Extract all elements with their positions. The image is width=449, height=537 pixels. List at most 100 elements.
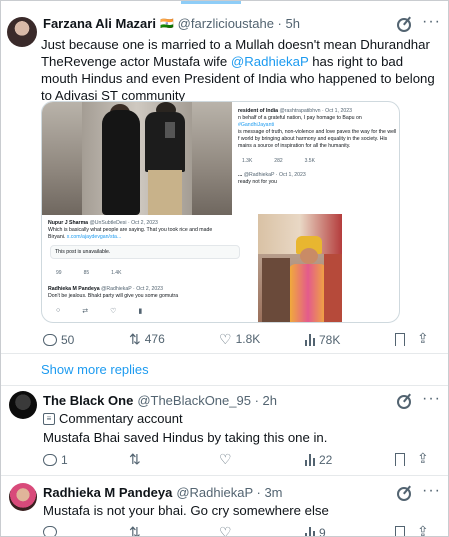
embedded-president-text: n behalf of a grateful nation, I pay hom…	[238, 115, 362, 121]
embedded-reply-stats: ○ ⇄ ♡ ▮	[56, 307, 142, 315]
embedded-reply-post: Radhieka M Pandeya @RadhiekaP · Oct 2, 2…	[48, 286, 248, 300]
avatar-theblackone[interactable]	[9, 391, 37, 419]
bookmark-button[interactable]	[395, 526, 405, 536]
reply-icon	[43, 454, 57, 466]
commentary-label: Commentary account	[59, 411, 183, 426]
embedded-stat: 1.4K	[111, 270, 122, 276]
divider	[1, 475, 448, 476]
views-count: 78K	[319, 333, 341, 347]
avatar-radhieka[interactable]	[9, 483, 37, 511]
embedded-reply-text: Don't be jealous. Bhakt party will give …	[48, 293, 179, 299]
show-more-replies[interactable]: Show more replies	[41, 362, 149, 377]
repost-icon: ⇅	[129, 331, 141, 347]
embedded-president-text: is message of truth, non-violence and lo…	[238, 129, 397, 135]
reply-button[interactable]: 50	[43, 333, 74, 347]
reply-button[interactable]	[43, 526, 57, 536]
embedded-stat: 3.5K	[304, 158, 315, 164]
author-name[interactable]: Farzana Ali Mazari	[43, 16, 156, 31]
reply2-author-name[interactable]: Radhieka M Pandeya	[43, 485, 172, 500]
embedded-president-post: resident of India @rashtrapatibhvn · Oct…	[238, 108, 398, 150]
more-icon[interactable]: ···	[422, 482, 441, 500]
couple-photo[interactable]	[42, 102, 232, 215]
author-handle-time[interactable]: @farzlicioustahe · 5h	[178, 16, 300, 31]
more-icon[interactable]: ···	[422, 390, 441, 408]
reply2-header: Radhieka M Pandeya @RadhiekaP · 3m	[43, 485, 283, 500]
embedded-nupur-stats: 99 85 1.4K	[56, 270, 121, 276]
embedded-like-icon: ♡	[110, 308, 117, 315]
reply-count: 1	[61, 453, 68, 467]
embedded-stat: 85	[83, 270, 90, 276]
embedded-president-text: mains a source of inspiration for all th…	[238, 143, 351, 149]
embedded-nupur-handle: @UnSubtleDesi · Oct 2, 2023	[89, 220, 158, 226]
bookmark-button[interactable]	[395, 333, 405, 346]
share-button[interactable]: ⇪	[417, 450, 429, 467]
views-button[interactable]: 22	[305, 453, 332, 467]
reply2-text: Mustafa is not your bhai. Go cry somewhe…	[43, 503, 329, 518]
embedded-radhieka-post: ... @RadhiekaP · Oct 1, 2023 ready not f…	[238, 172, 398, 186]
reply1-handle-time[interactable]: @TheBlackOne_95 · 2h	[137, 393, 277, 408]
reply1-header: The Black One @TheBlackOne_95 · 2h	[43, 393, 277, 408]
embedded-president-stats: 1.3K 282 3.5K	[242, 158, 315, 164]
views-count: 22	[319, 453, 333, 467]
grok-icon[interactable]	[397, 395, 411, 409]
embedded-stat: 99	[56, 270, 62, 276]
embedded-link: x.com/ajaydevgan/sta...	[66, 234, 122, 240]
embedded-president-text: f world by bringing about harmony and eq…	[238, 136, 388, 142]
media-card[interactable]: resident of India @rashtrapatibhvn · Oct…	[41, 101, 400, 323]
embedded-views-icon: ▮	[138, 308, 143, 315]
embedded-stat: 282	[274, 158, 283, 164]
repost-icon: ⇅	[129, 451, 141, 467]
share-icon: ⇪	[417, 330, 429, 346]
like-icon: ♡	[219, 524, 232, 537]
photo-figure	[288, 264, 328, 322]
repost-button[interactable]: ⇅	[129, 524, 141, 537]
embedded-hashtag: #GandhiJayanti	[238, 122, 275, 128]
photo-figure	[300, 248, 318, 264]
reply-icon	[43, 334, 57, 346]
reply1-text: Mustafa Bhai saved Hindus by taking this…	[43, 430, 328, 445]
repost-button[interactable]: ⇅ 476	[129, 332, 165, 346]
repost-button[interactable]: ⇅	[129, 452, 141, 466]
grok-icon[interactable]	[397, 487, 411, 501]
bookmark-button[interactable]	[395, 453, 405, 466]
views-icon	[305, 454, 315, 466]
reply-button[interactable]: 1	[43, 453, 68, 467]
embedded-radhieka-name: ...	[238, 172, 243, 178]
like-button[interactable]: ♡	[219, 524, 232, 537]
top-indicator	[181, 1, 241, 4]
repost-icon: ⇅	[129, 524, 141, 537]
share-button[interactable]: ⇪	[417, 523, 429, 536]
embedded-radhieka-text: ready not for you	[238, 179, 277, 185]
views-button[interactable]: 9	[305, 526, 326, 537]
mention-link[interactable]: @RadhiekaP	[231, 54, 309, 69]
views-button[interactable]: 78K	[305, 333, 340, 347]
commentary-badge: ≡ Commentary account	[43, 411, 183, 426]
views-count: 9	[319, 526, 326, 537]
grok-icon[interactable]	[397, 18, 411, 32]
tweet-text: Just because one is married to a Mullah …	[41, 36, 441, 104]
like-icon: ♡	[219, 331, 232, 347]
avatar-farzana[interactable]	[7, 17, 37, 47]
embedded-unavailable-box: This post is unavailable.	[50, 245, 240, 259]
photo-figure	[262, 258, 290, 322]
festival-photo[interactable]	[258, 214, 342, 322]
embedded-nupur-text: Which is basically what people are sayin…	[48, 227, 213, 233]
embedded-repost-icon: ⇄	[82, 308, 89, 315]
like-icon: ♡	[219, 451, 232, 467]
photo-figure	[102, 110, 140, 215]
embedded-nupur-post: Nupur J Sharma @UnSubtleDesi · Oct 2, 20…	[48, 220, 248, 241]
views-icon	[305, 334, 315, 346]
embedded-stat: 1.3K	[242, 158, 253, 164]
reply2-handle-time[interactable]: @RadhiekaP · 3m	[176, 485, 282, 500]
share-button[interactable]: ⇪	[417, 330, 429, 347]
embedded-reply-handle: @RadhiekaP · Oct 2, 2023	[101, 286, 164, 292]
embedded-president-name: resident of India	[238, 108, 279, 114]
like-button[interactable]: ♡ 1.8K	[219, 332, 260, 346]
photo-phone	[165, 122, 175, 138]
reply1-author-name[interactable]: The Black One	[43, 393, 133, 408]
embedded-nupur-text: Biryani.	[48, 234, 67, 240]
embedded-president-handle: @rashtrapatibhvn · Oct 1, 2023	[279, 108, 352, 114]
like-button[interactable]: ♡	[219, 452, 232, 466]
commentary-icon: ≡	[43, 412, 55, 425]
more-icon[interactable]: ···	[422, 13, 441, 31]
